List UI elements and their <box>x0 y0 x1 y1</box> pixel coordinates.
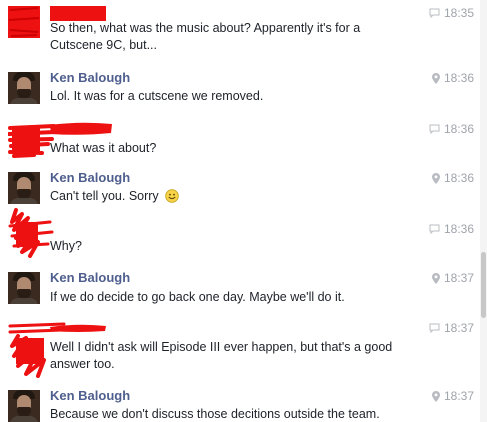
message-text: Can't tell you. Sorry <box>50 188 420 208</box>
message-meta: 18:35 <box>429 6 474 20</box>
message-row: Ken Balough If we do decide to go back o… <box>0 268 480 312</box>
message-text: Lol. It was for a cutscene we removed. <box>50 89 264 103</box>
message-row: Well I didn't ask will Episode III ever … <box>0 318 480 382</box>
location-pin-icon <box>431 72 440 84</box>
message-text-content: Can't tell you. Sorry <box>50 189 159 203</box>
message-row: Ken Balough Lol. It was for a cutscene w… <box>0 68 480 112</box>
avatar[interactable] <box>8 208 54 258</box>
avatar[interactable] <box>8 172 40 204</box>
timestamp: 18:35 <box>443 6 474 20</box>
message-text: Because we don't discuss those decitions… <box>50 407 380 421</box>
message-text: Why? <box>50 239 82 253</box>
message-meta: 18:37 <box>429 321 474 335</box>
timestamp: 18:37 <box>443 389 474 403</box>
message-text: If we do decide to go back one day. Mayb… <box>50 290 345 304</box>
avatar[interactable] <box>8 72 40 104</box>
location-pin-icon <box>431 272 440 284</box>
timestamp: 18:36 <box>443 222 474 236</box>
avatar[interactable] <box>8 272 40 304</box>
chat-bubble-icon <box>429 8 440 18</box>
sender-name[interactable]: Ken Balough <box>50 270 130 285</box>
scrollbar-thumb[interactable] <box>481 252 486 318</box>
message-meta: 18:36 <box>429 222 474 236</box>
chat-bubble-icon <box>429 124 440 134</box>
sender-name[interactable]: Ken Balough <box>50 388 130 403</box>
message-thread: So then, what was the music about? Appar… <box>0 0 480 422</box>
chat-bubble-icon <box>429 323 440 333</box>
sender-name[interactable] <box>50 321 106 336</box>
message-meta: 18:36 <box>431 171 474 185</box>
sender-name[interactable]: Ken Balough <box>50 70 130 85</box>
sender-name[interactable]: Ken Balough <box>50 170 130 185</box>
timestamp: 18:37 <box>443 321 474 335</box>
timestamp: 18:37 <box>443 271 474 285</box>
location-pin-icon <box>431 172 440 184</box>
avatar[interactable] <box>8 122 56 158</box>
message-row: So then, what was the music about? Appar… <box>0 0 480 60</box>
message-row: What was it about? 18:36 <box>0 118 480 164</box>
message-row: Why? 18:36 <box>0 206 480 260</box>
chat-bubble-icon <box>429 224 440 234</box>
message-meta: 18:37 <box>431 389 474 403</box>
message-meta: 18:37 <box>431 271 474 285</box>
message-meta: 18:36 <box>429 122 474 136</box>
avatar[interactable] <box>8 6 40 38</box>
message-text: What was it about? <box>50 141 157 155</box>
message-text: So then, what was the music about? Appar… <box>50 21 361 52</box>
location-pin-icon <box>431 390 440 402</box>
message-meta: 18:36 <box>431 71 474 85</box>
timestamp: 18:36 <box>443 71 474 85</box>
sender-name[interactable] <box>50 122 112 139</box>
avatar[interactable] <box>8 390 40 422</box>
timestamp: 18:36 <box>443 122 474 136</box>
message-text: Well I didn't ask will Episode III ever … <box>50 340 393 371</box>
scrollbar[interactable] <box>480 0 487 422</box>
message-row: Ken Balough Because we don't discuss tho… <box>0 386 480 422</box>
timestamp: 18:36 <box>443 171 474 185</box>
